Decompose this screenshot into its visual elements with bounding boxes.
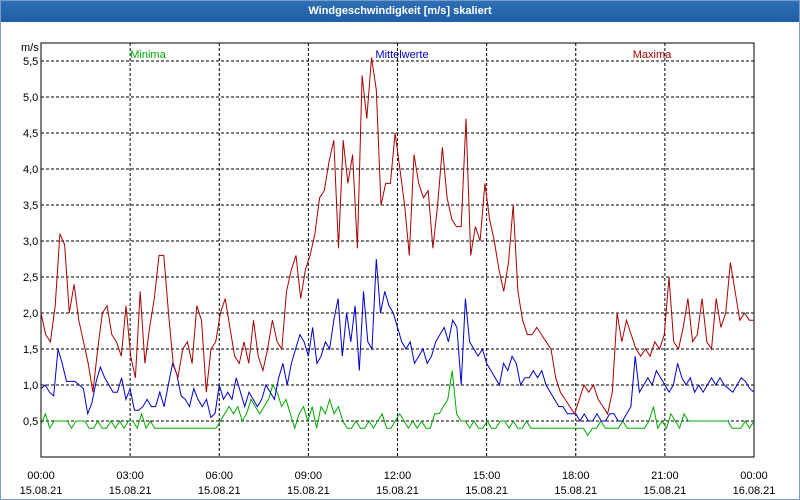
plot-area: 0,5 1,0 1,5 2,0 2,5 3,0 3,5 4,0 4,5 5,0 5,5 m/s 00:0… [1,22,799,499]
x-tick-time: 12:00 [384,470,412,482]
legend-entry-mittelwerte: Mittelwerte [375,49,428,61]
y-tick-label: 5,5 [23,56,38,68]
y-tick-label: 2,0 [23,308,38,320]
legend-entry-minima: Minima [130,49,166,61]
x-tick-time: 00:00 [740,470,768,482]
y-tick-label: 0,5 [23,416,38,428]
x-tick-time: 18:00 [562,470,590,482]
y-tick-label: 2,5 [23,272,38,284]
x-tick-date: 15.08.21 [376,485,419,497]
x-tick-date: 15.08.21 [198,485,241,497]
x-tick-time: 06:00 [205,470,233,482]
y-tick-label: 1,0 [23,380,38,392]
x-tick-time: 00:00 [27,470,55,482]
x-tick-date: 15.08.21 [554,485,597,497]
y-tick-label: 1,5 [23,344,38,356]
x-tick-date: 15.08.21 [20,485,63,497]
y-tick-label: 4,0 [23,164,38,176]
chart-window: Windgeschwindigkeit [m/s] skaliert 0,5 1,… [0,0,800,500]
x-tick-date: 15.08.21 [287,485,330,497]
y-axis-label: m/s [21,42,39,54]
x-tick-date: 16.08.21 [733,485,776,497]
y-tick-label: 5,0 [23,92,38,104]
x-tick-time: 03:00 [116,470,144,482]
x-tick-time: 09:00 [295,470,323,482]
wind-speed-chart: 0,5 1,0 1,5 2,0 2,5 3,0 3,5 4,0 4,5 5,0 5,5 m/s 00:0… [20,42,776,497]
x-tick-time: 15:00 [473,470,501,482]
x-tick-time: 21:00 [651,470,679,482]
x-tick-date: 15.08.21 [643,485,686,497]
x-tick-date: 15.08.21 [465,485,508,497]
window-title: Windgeschwindigkeit [m/s] skaliert [1,1,799,22]
x-tick-date: 15.08.21 [109,485,152,497]
legend-entry-maxima: Maxima [633,49,672,61]
y-tick-label: 3,5 [23,200,38,212]
y-tick-label: 4,5 [23,128,38,140]
y-tick-label: 3,0 [23,236,38,248]
